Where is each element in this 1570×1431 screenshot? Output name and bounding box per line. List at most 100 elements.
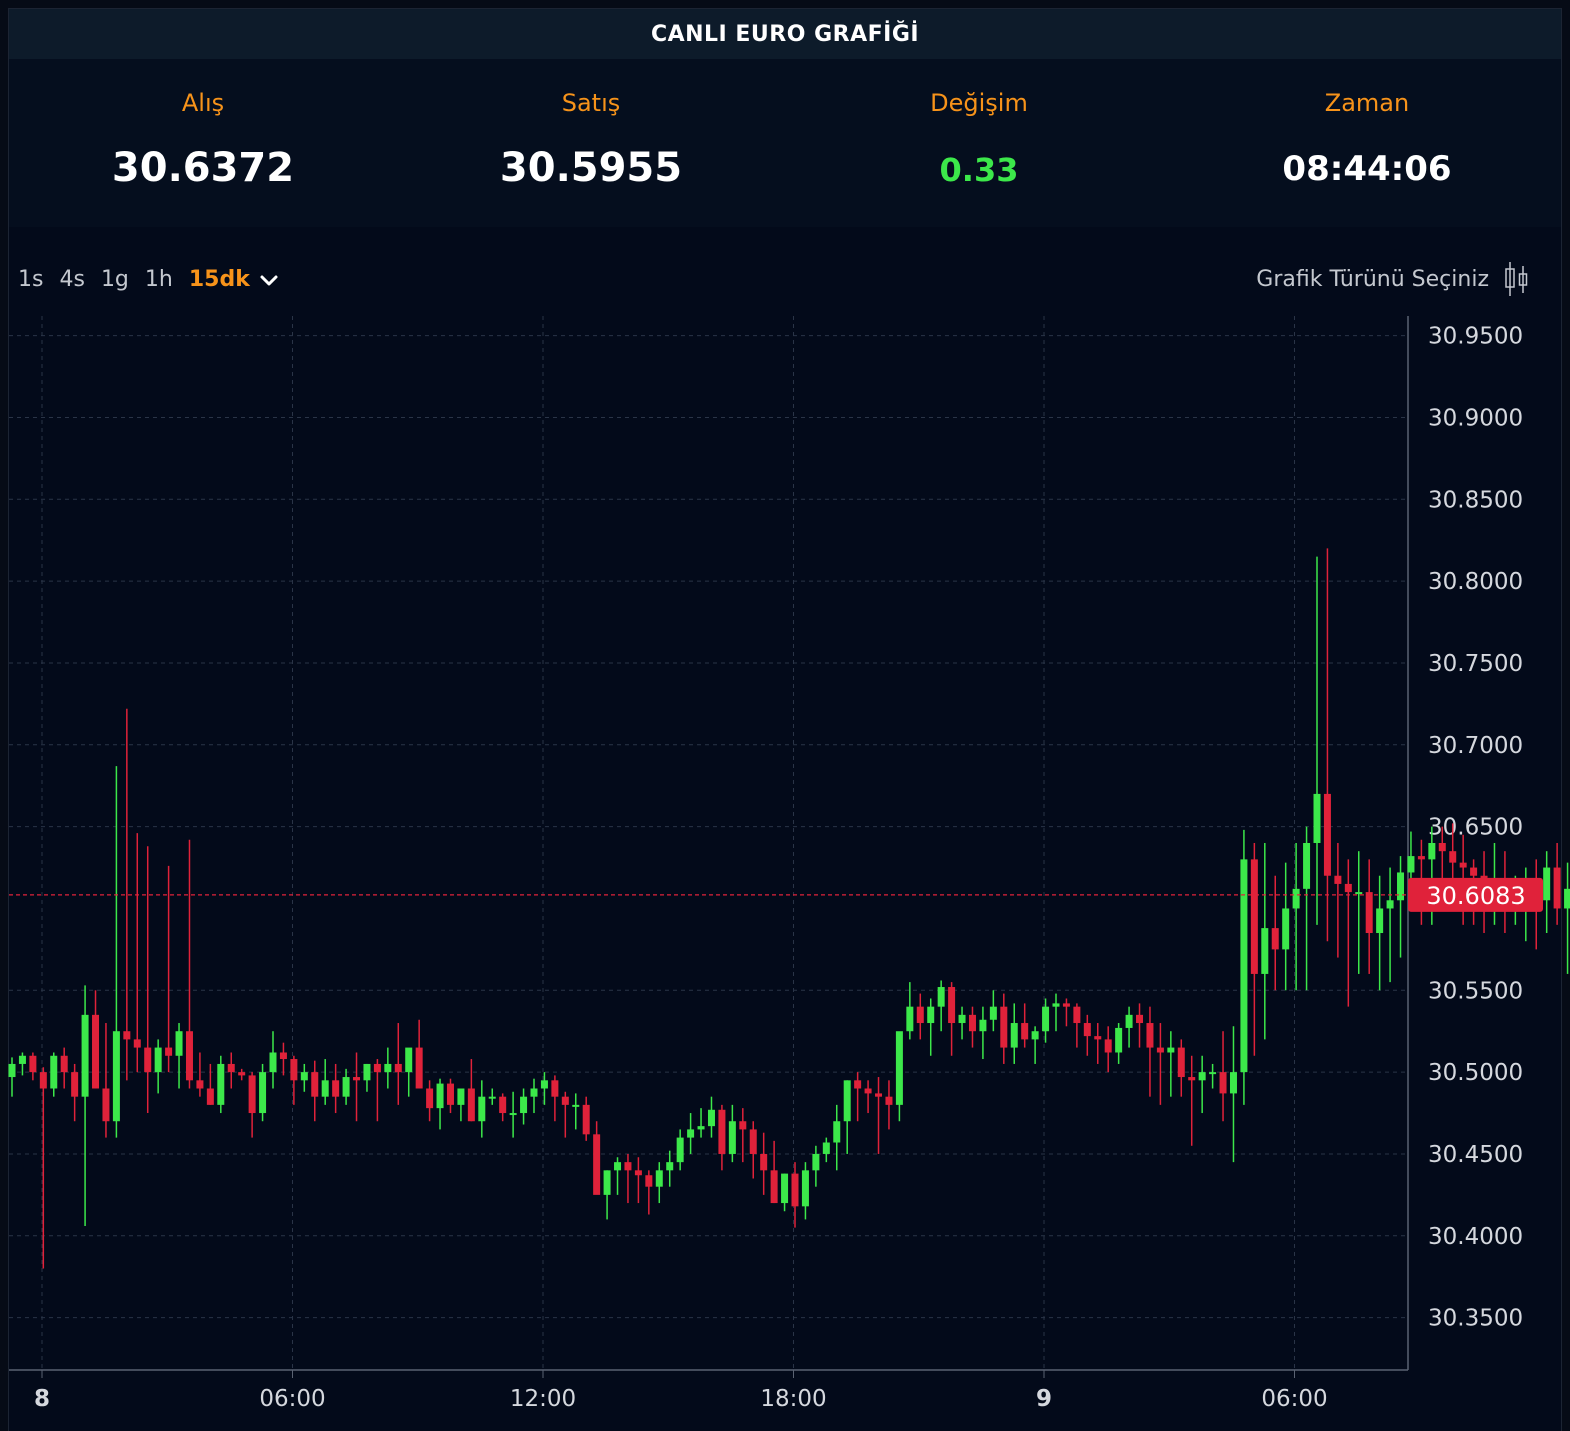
candle-body [781, 1173, 789, 1204]
price-chart[interactable]: 30.9500 30.9000 30.8500 30.8000 30.7500 30.70… [0, 0, 1570, 1430]
candle-body [394, 1063, 402, 1073]
candle-body [1344, 883, 1352, 893]
candle-body [1334, 875, 1342, 884]
candle-body [206, 1088, 214, 1105]
candle-body [436, 1083, 444, 1109]
candle-body [175, 1031, 183, 1056]
candle-body [1000, 1006, 1008, 1048]
candle-body [1104, 1039, 1112, 1053]
candle-body [102, 1088, 110, 1122]
x-tick-label: 06:00 [1261, 1386, 1327, 1412]
candle-body [248, 1075, 256, 1114]
candle-body [906, 1006, 914, 1032]
candle-body [739, 1121, 747, 1130]
candle-body [1167, 1047, 1175, 1053]
candle-body [582, 1104, 590, 1135]
candle-body [927, 1006, 935, 1024]
candle-body [1438, 843, 1446, 852]
candle-body [290, 1059, 298, 1081]
candle-body [311, 1072, 319, 1097]
x-tick-label: 9 [1036, 1386, 1052, 1412]
candle-body [1219, 1072, 1227, 1094]
candle-body [1115, 1027, 1123, 1053]
candle-body [1198, 1072, 1206, 1081]
candle-body [895, 1031, 903, 1105]
candle-body [1449, 851, 1457, 863]
candle-body [279, 1052, 287, 1060]
candle-body [144, 1047, 152, 1073]
candle-body [259, 1072, 267, 1114]
candle-body [614, 1162, 622, 1171]
candle-body [979, 1019, 987, 1032]
candle-body [1073, 1006, 1081, 1024]
candle-body [875, 1093, 883, 1097]
y-tick-label: 30.3500 [1428, 1306, 1523, 1332]
candle-body [728, 1121, 736, 1154]
candle-body [655, 1170, 663, 1187]
candle-body [624, 1162, 632, 1171]
y-tick-label: 30.8500 [1428, 487, 1523, 513]
candle-body [71, 1072, 79, 1097]
candle-body [676, 1137, 684, 1163]
candle-body [687, 1129, 695, 1138]
candle-body [373, 1063, 381, 1073]
candle-body [499, 1096, 507, 1114]
candle-body [1313, 793, 1321, 843]
candle-body [1397, 872, 1405, 901]
y-tick-label: 30.5000 [1428, 1060, 1523, 1086]
candle-body [1094, 1036, 1102, 1040]
candle-body [1042, 1006, 1050, 1032]
y-tick-label: 30.9500 [1428, 324, 1523, 350]
candle-body [1355, 892, 1363, 895]
candle-body [520, 1096, 528, 1114]
candle-body [791, 1173, 799, 1207]
candle-body [561, 1096, 569, 1105]
candle-body [488, 1096, 496, 1099]
candle-body [1031, 1031, 1039, 1040]
y-tick-label: 30.7500 [1428, 651, 1523, 677]
candle-body [1209, 1072, 1217, 1075]
candle-body [384, 1063, 392, 1073]
x-tick-label: 8 [34, 1386, 50, 1412]
candle-body [812, 1153, 820, 1171]
candle-body [321, 1080, 329, 1097]
candle-body [217, 1063, 225, 1105]
candle-body [50, 1055, 58, 1089]
candle-body [300, 1072, 308, 1081]
candle-body [1282, 908, 1290, 950]
candle-body [18, 1055, 26, 1064]
candle-body [843, 1080, 851, 1122]
candle-body [833, 1121, 841, 1143]
y-tick-label: 30.7000 [1428, 733, 1523, 759]
candle-body [165, 1047, 173, 1056]
candle-body [1021, 1023, 1029, 1040]
candle-body [457, 1088, 465, 1105]
candle-body [1052, 1003, 1060, 1007]
candle-body [112, 1031, 120, 1122]
candle-body [593, 1134, 601, 1195]
candle-body [760, 1153, 768, 1171]
candle-body [133, 1039, 141, 1048]
candle-body [1146, 1023, 1154, 1048]
y-tick-label: 30.8000 [1428, 569, 1523, 595]
candle-body [885, 1096, 893, 1105]
candle-body [1292, 888, 1300, 909]
candle-body [29, 1055, 37, 1073]
x-tick-label: 12:00 [510, 1386, 576, 1412]
candle-body [446, 1083, 454, 1105]
y-tick-label: 30.4000 [1428, 1224, 1523, 1250]
candle-body [854, 1080, 862, 1089]
y-tick-label: 30.5500 [1428, 978, 1523, 1004]
candle-body [92, 1014, 100, 1089]
candle-body [1564, 888, 1570, 909]
candle-body [697, 1126, 705, 1130]
candle-body [415, 1047, 423, 1089]
candle-body [60, 1055, 68, 1073]
candle-body [551, 1080, 559, 1097]
candle-body [1407, 856, 1415, 873]
candle-body [1010, 1023, 1018, 1048]
candle-body [426, 1088, 434, 1109]
candle-body [1271, 928, 1279, 950]
candle-body [353, 1077, 361, 1081]
candle-body [1417, 856, 1425, 860]
